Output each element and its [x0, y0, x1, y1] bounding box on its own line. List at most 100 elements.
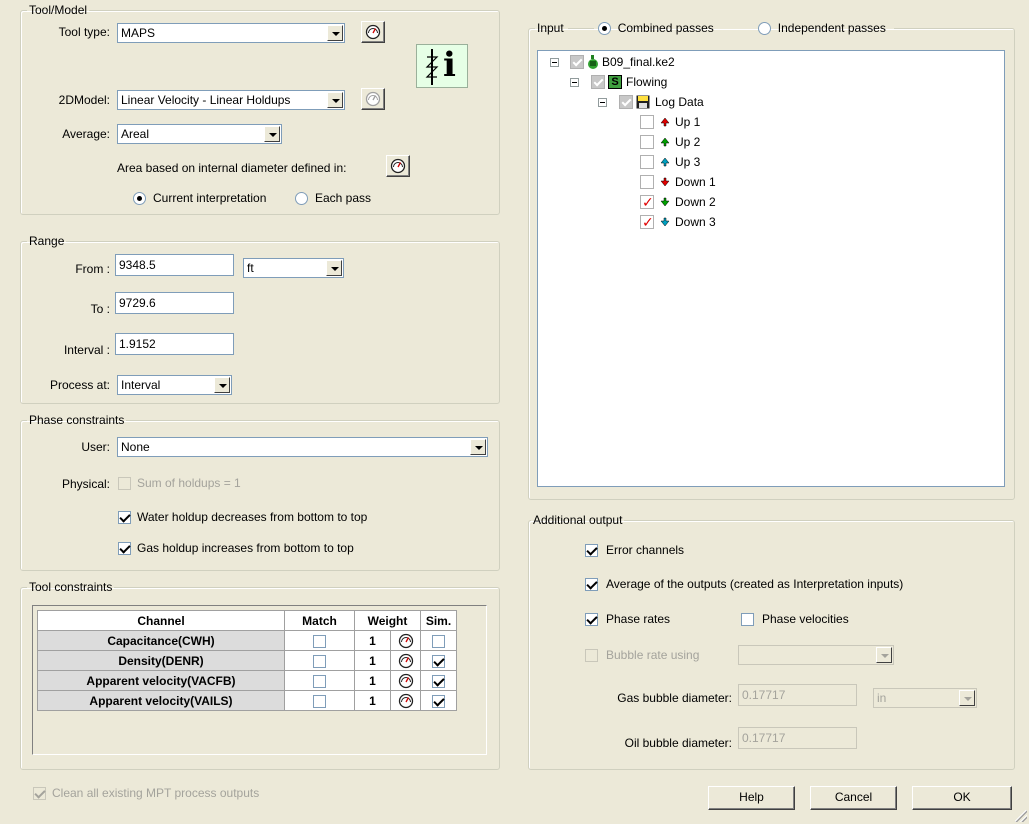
pass-label[interactable]: Down 2 — [675, 193, 716, 211]
weight-cell[interactable]: 1 — [354, 630, 391, 651]
model-gauge-button — [361, 88, 385, 110]
pass-label[interactable]: Up 2 — [675, 133, 700, 151]
current-interpretation-radio[interactable] — [133, 192, 146, 205]
channel-cell: Density(DENR) — [37, 650, 285, 671]
combined-passes-radio[interactable] — [597, 21, 611, 35]
gas-bubble-label: Gas bubble diameter: — [617, 691, 732, 705]
unit-select[interactable]: ft — [243, 258, 344, 278]
weight-cell[interactable]: 1 — [354, 690, 391, 711]
independent-passes-label[interactable]: Independent passes — [778, 21, 886, 35]
passes-tree[interactable]: B09_final.ke2 S Flowing Log Data Up 1 Up … — [537, 50, 1005, 487]
phase-rates-checkbox[interactable] — [585, 613, 598, 626]
average-outputs-label[interactable]: Average of the outputs (created as Inter… — [606, 576, 903, 592]
weight-cell[interactable]: 1 — [354, 670, 391, 691]
match-checkbox[interactable] — [313, 694, 326, 708]
help-button[interactable]: Help — [708, 786, 795, 810]
gas-bubble-input: 0.17717 — [738, 684, 857, 706]
info-icon[interactable]: i — [416, 44, 468, 88]
sum-holdups-label: Sum of holdups = 1 — [137, 476, 241, 490]
pass-checkbox[interactable] — [640, 175, 654, 189]
collapse-icon[interactable] — [570, 78, 579, 87]
sim-checkbox[interactable] — [432, 634, 445, 648]
interval-input[interactable]: 1.9152 — [115, 333, 234, 355]
gas-unit-select: in — [873, 688, 977, 708]
chevron-down-icon — [327, 92, 343, 108]
independent-passes-radio[interactable] — [757, 21, 771, 35]
each-pass-radio[interactable] — [295, 192, 308, 205]
collapse-icon[interactable] — [550, 58, 559, 67]
channel-cell: Apparent velocity(VAILS) — [37, 690, 285, 711]
cancel-button[interactable]: Cancel — [810, 786, 897, 810]
pass-checkbox[interactable] — [640, 115, 654, 129]
water-holdup-label[interactable]: Water holdup decreases from bottom to to… — [137, 509, 367, 525]
match-cell — [284, 670, 355, 691]
water-holdup-checkbox[interactable] — [118, 511, 131, 524]
combined-passes-label[interactable]: Combined passes — [618, 21, 714, 35]
match-checkbox[interactable] — [313, 634, 326, 648]
weight-gauge-cell[interactable] — [390, 670, 421, 691]
tool-type-gauge-button[interactable] — [361, 21, 385, 43]
error-channels-label[interactable]: Error channels — [606, 542, 684, 558]
gas-holdup-label[interactable]: Gas holdup increases from bottom to top — [137, 540, 354, 556]
weight-gauge-cell[interactable] — [390, 690, 421, 711]
gas-holdup-checkbox[interactable] — [118, 542, 131, 555]
tool-type-label: Tool type: — [58, 25, 110, 39]
tool-type-select[interactable]: MAPS — [117, 23, 345, 43]
to-input[interactable]: 9729.6 — [115, 292, 234, 314]
error-channels-checkbox[interactable] — [585, 544, 598, 557]
pass-checkbox[interactable] — [640, 155, 654, 169]
match-checkbox[interactable] — [313, 674, 326, 688]
range-legend: Range — [29, 234, 65, 248]
current-interpretation-label[interactable]: Current interpretation — [153, 190, 266, 206]
gauge-icon — [398, 653, 413, 668]
table-row: Density(DENR) 1 — [37, 650, 457, 671]
weight-gauge-cell[interactable] — [390, 630, 421, 651]
phase-velocities-label[interactable]: Phase velocities — [762, 611, 849, 627]
sim-cell — [420, 690, 457, 711]
log-data-label[interactable]: Log Data — [655, 93, 704, 111]
root-label[interactable]: B09_final.ke2 — [602, 53, 675, 71]
clean-outputs-checkbox — [33, 787, 46, 800]
phase-rates-label[interactable]: Phase rates — [606, 611, 670, 627]
sim-checkbox[interactable] — [432, 674, 445, 688]
average-outputs-checkbox[interactable] — [585, 578, 598, 591]
pass-label[interactable]: Up 1 — [675, 113, 700, 131]
phase-velocities-checkbox[interactable] — [741, 613, 754, 626]
flowing-checkbox[interactable] — [591, 75, 605, 89]
match-checkbox[interactable] — [313, 654, 326, 668]
gas-unit-value: in — [877, 691, 887, 705]
process-at-select[interactable]: Interval — [117, 375, 232, 395]
resize-grip[interactable] — [1015, 810, 1027, 822]
chevron-down-icon — [326, 260, 342, 276]
chevron-down-icon — [264, 126, 280, 142]
root-checkbox[interactable] — [570, 55, 584, 69]
chevron-down-icon — [470, 439, 486, 455]
pass-label[interactable]: Up 3 — [675, 153, 700, 171]
ok-button[interactable]: OK — [912, 786, 1012, 810]
weight-cell[interactable]: 1 — [354, 650, 391, 671]
model-select[interactable]: Linear Velocity - Linear Holdups — [117, 90, 345, 110]
weight-column-header: Weight — [354, 610, 421, 631]
oil-bubble-label: Oil bubble diameter: — [624, 736, 732, 750]
from-input[interactable]: 9348.5 — [115, 254, 234, 276]
flowing-label[interactable]: Flowing — [626, 73, 667, 91]
user-constraint-select[interactable]: None — [117, 437, 488, 457]
pass-label[interactable]: Down 3 — [675, 213, 716, 231]
gauge-icon — [398, 633, 413, 648]
weight-gauge-cell[interactable] — [390, 650, 421, 671]
average-select[interactable]: Areal — [117, 124, 282, 144]
each-pass-label[interactable]: Each pass — [315, 190, 371, 206]
table-row: Apparent velocity(VAILS) 1 — [37, 690, 457, 711]
sim-checkbox[interactable] — [432, 694, 445, 708]
gauge-icon — [365, 24, 381, 40]
collapse-icon[interactable] — [598, 98, 607, 107]
pass-checkbox[interactable] — [640, 135, 654, 149]
area-gauge-button[interactable] — [386, 155, 410, 177]
sim-cell — [420, 630, 457, 651]
sim-checkbox[interactable] — [432, 654, 445, 668]
arrow-down-icon — [660, 177, 670, 187]
pass-label[interactable]: Down 1 — [675, 173, 716, 191]
log-data-checkbox[interactable] — [619, 95, 633, 109]
table-row: Apparent velocity(VACFB) 1 — [37, 670, 457, 691]
well-icon — [588, 55, 598, 69]
